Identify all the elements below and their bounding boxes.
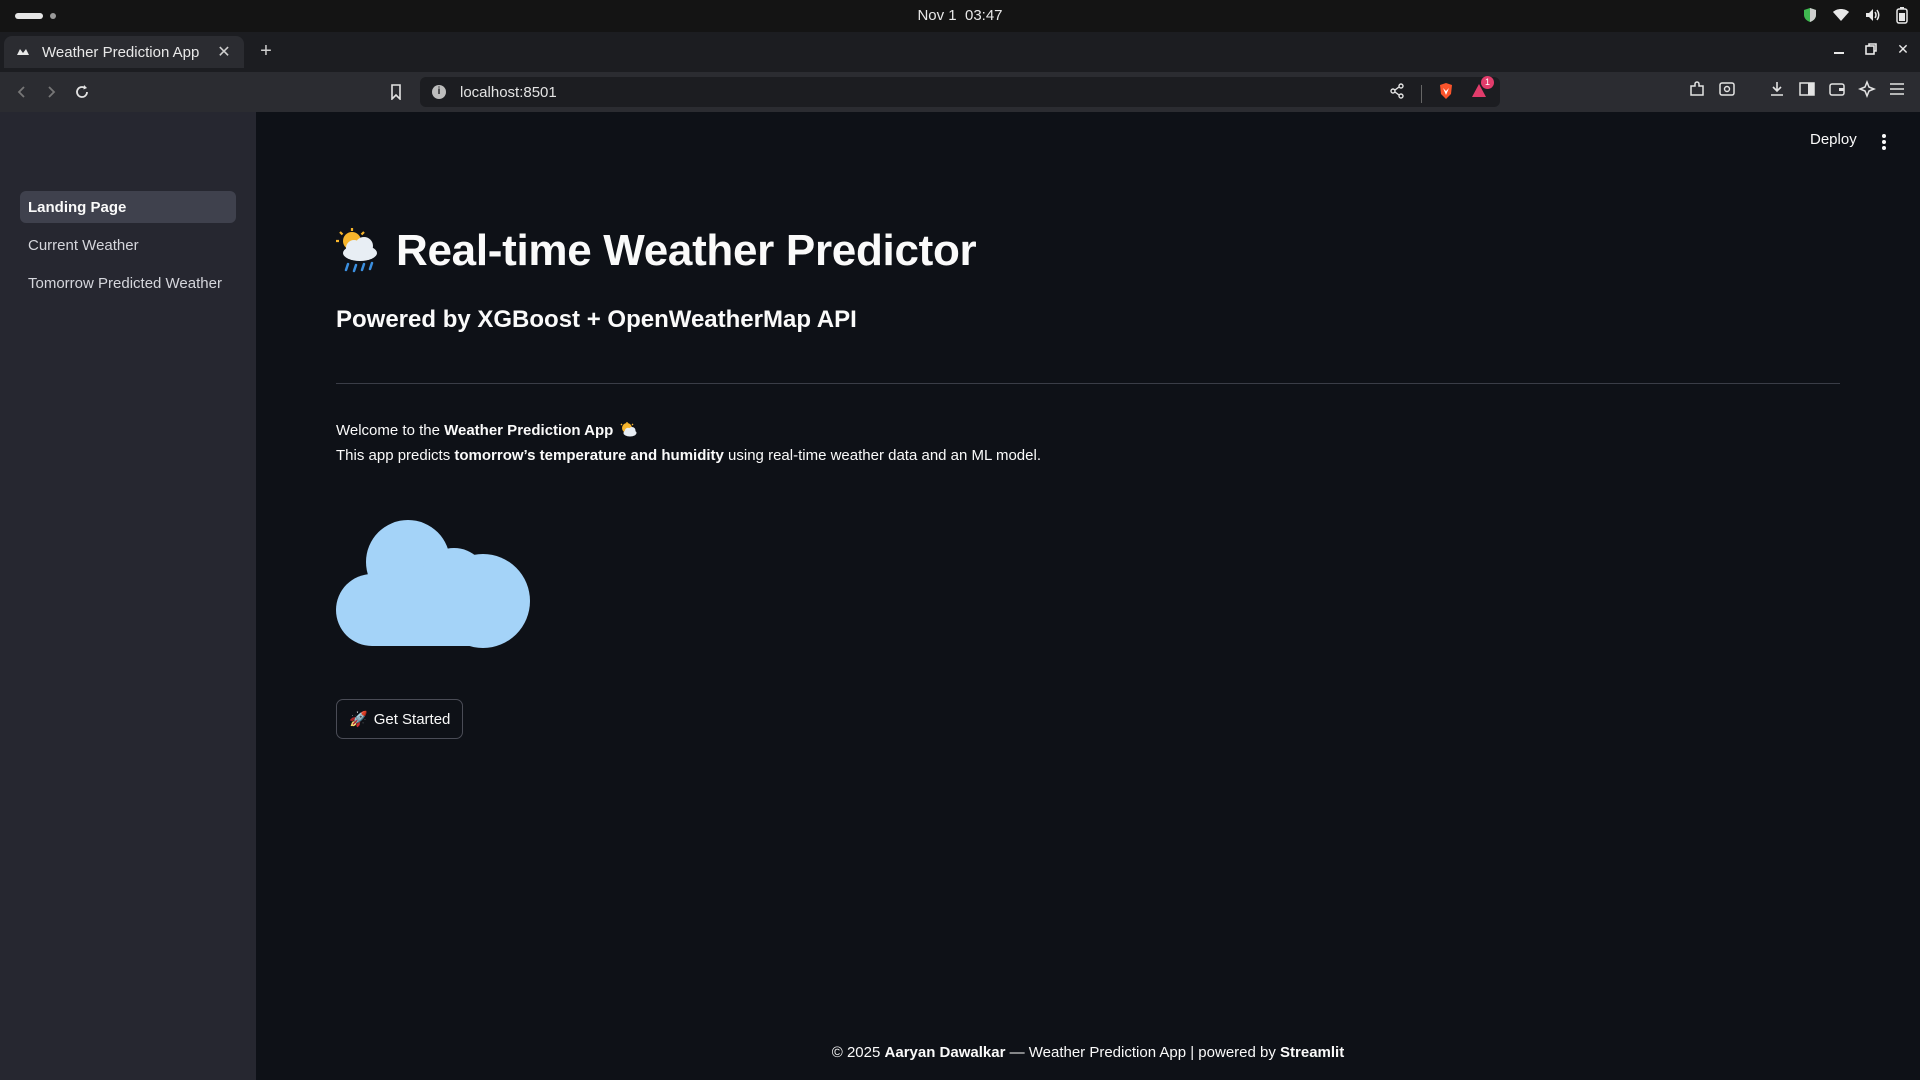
- rocket-icon: 🚀: [349, 711, 368, 728]
- downloads-icon[interactable]: [1768, 80, 1786, 98]
- get-started-label: Get Started: [373, 710, 451, 728]
- share-icon[interactable]: [1389, 83, 1405, 104]
- footer-copyright: © 2025: [831, 1044, 885, 1061]
- battery-icon[interactable]: [1896, 6, 1908, 24]
- bookmark-icon[interactable]: [384, 80, 408, 104]
- streamlit-favicon-icon: [17, 49, 29, 55]
- browser-toolbar: i localhost:8501 1: [0, 72, 1920, 112]
- reload-icon[interactable]: [70, 80, 94, 104]
- url-text: localhost:8501: [460, 83, 557, 101]
- leo-ai-icon[interactable]: [1858, 80, 1876, 98]
- brave-shields-icon[interactable]: [1438, 82, 1454, 105]
- wifi-icon[interactable]: [1832, 7, 1850, 23]
- screenshot-icon[interactable]: [1718, 80, 1736, 98]
- rewards-badge: 1: [1481, 76, 1494, 89]
- back-icon[interactable]: [10, 80, 34, 104]
- wallet-icon[interactable]: [1828, 80, 1846, 98]
- restore-icon[interactable]: [1864, 40, 1878, 58]
- description-line: This app predicts tomorrow’s temperature…: [336, 443, 1041, 468]
- main-menu-icon[interactable]: [1882, 134, 1886, 150]
- browser-tab[interactable]: Weather Prediction App ✕: [4, 36, 244, 68]
- new-tab-icon[interactable]: +: [256, 40, 276, 62]
- browser-tools: [1688, 80, 1906, 98]
- deploy-button[interactable]: Deploy: [1810, 131, 1857, 148]
- footer-author: Aaryan Dawalkar: [884, 1044, 1006, 1061]
- intro-paragraph: Welcome to the Weather Prediction App Th…: [336, 418, 1041, 468]
- sidebar-item-landing-page[interactable]: Landing Page: [20, 191, 236, 223]
- divider: [1421, 84, 1422, 103]
- subtitle: Powered by XGBoost + OpenWeatherMap API: [336, 306, 857, 333]
- sun-behind-cloud-icon: [621, 422, 637, 437]
- sidebar-toggle-icon[interactable]: [1798, 80, 1816, 98]
- os-top-bar: Nov 1 03:47: [0, 0, 1920, 32]
- get-started-button[interactable]: 🚀 Get Started: [336, 699, 464, 739]
- tab-title: Weather Prediction App: [42, 43, 200, 61]
- minimize-icon[interactable]: [1832, 40, 1846, 58]
- divider: [336, 383, 1840, 384]
- shield-icon[interactable]: [1802, 7, 1818, 23]
- desc-prefix: This app predicts: [336, 447, 455, 464]
- footer: © 2025 Aaryan Dawalkar — Weather Predict…: [0, 1044, 1920, 1061]
- system-tray: [1802, 6, 1908, 24]
- welcome-prefix: Welcome to the: [336, 422, 445, 439]
- menu-icon[interactable]: [1888, 80, 1906, 98]
- tab-close-icon[interactable]: ✕: [216, 42, 232, 62]
- footer-brand-link[interactable]: Streamlit: [1280, 1044, 1344, 1061]
- os-time: 03:47: [964, 7, 1003, 24]
- address-bar-actions: 1: [1389, 76, 1494, 105]
- address-bar[interactable]: i localhost:8501 1: [420, 76, 1500, 107]
- sun-behind-rain-cloud-icon: [336, 228, 377, 273]
- site-info-icon[interactable]: i: [432, 85, 446, 99]
- forward-icon[interactable]: [39, 80, 63, 104]
- welcome-line: Welcome to the Weather Prediction App: [336, 418, 1041, 443]
- sidebar: Landing Page Current Weather Tomorrow Pr…: [0, 112, 256, 1080]
- title-text: Real-time Weather Predictor: [396, 226, 977, 275]
- welcome-app-name: Weather Prediction App: [444, 422, 614, 439]
- os-clock[interactable]: Nov 1 03:47: [0, 7, 1920, 24]
- volume-icon[interactable]: [1864, 7, 1882, 23]
- browser-tab-strip: Weather Prediction App ✕ + ✕: [0, 32, 1920, 72]
- sidebar-item-current-weather[interactable]: Current Weather: [20, 229, 236, 261]
- cloud-icon: [336, 520, 530, 648]
- close-window-icon[interactable]: ✕: [1896, 40, 1910, 58]
- desc-suffix: using real-time weather data and an ML m…: [723, 447, 1041, 464]
- window-controls: ✕: [1832, 40, 1910, 58]
- brave-rewards-icon[interactable]: 1: [1470, 76, 1494, 105]
- sidebar-item-tomorrow-predicted-weather[interactable]: Tomorrow Predicted Weather: [20, 267, 236, 299]
- os-date: Nov 1: [917, 7, 957, 24]
- footer-middle: — Weather Prediction App | powered by: [1005, 1044, 1281, 1061]
- extensions-icon[interactable]: [1688, 80, 1706, 98]
- page-title: Real-time Weather Predictor: [336, 226, 977, 276]
- desc-highlight: tomorrow’s temperature and humidity: [454, 447, 724, 464]
